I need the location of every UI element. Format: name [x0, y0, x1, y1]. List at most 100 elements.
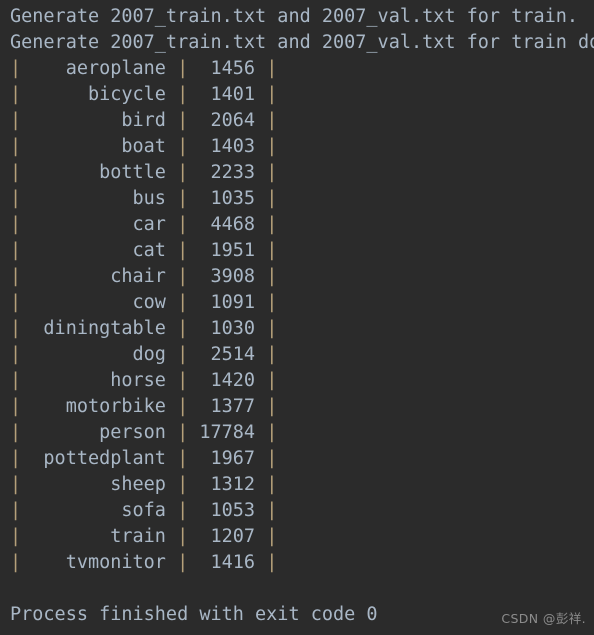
table-pipe-left: |: [10, 500, 22, 521]
table-row: | train | 1207 |: [10, 524, 594, 550]
class-name-cell: motorbike: [21, 396, 178, 417]
class-name-cell: chair: [21, 266, 178, 287]
class-name-cell: dog: [21, 344, 178, 365]
class-count-cell: 1030: [188, 318, 267, 339]
table-pipe-left: |: [10, 188, 22, 209]
table-row: | chair | 3908 |: [10, 264, 594, 290]
class-name-cell: cow: [21, 292, 178, 313]
table-pipe-middle: |: [177, 318, 189, 339]
class-name-cell: bottle: [21, 162, 178, 183]
class-count-cell: 1967: [188, 448, 267, 469]
table-row: | sheep | 1312 |: [10, 472, 594, 498]
console-output-panel[interactable]: Generate 2007_train.txt and 2007_val.txt…: [0, 0, 594, 635]
class-count-cell: 1951: [188, 240, 267, 261]
class-name-cell: tvmonitor: [21, 552, 178, 573]
class-name-cell: person: [21, 422, 178, 443]
class-count-cell: 2514: [188, 344, 267, 365]
table-row: | tvmonitor | 1416 |: [10, 550, 594, 576]
table-pipe-right: |: [266, 526, 278, 547]
class-count-table: | aeroplane | 1456 | | bicycle | 1401 | | …: [10, 56, 594, 576]
header-lines: Generate 2007_train.txt and 2007_val.txt…: [10, 4, 594, 56]
console-header-line: Generate 2007_train.txt and 2007_val.txt…: [10, 32, 594, 53]
table-row: | pottedplant | 1967 |: [10, 446, 594, 472]
table-pipe-middle: |: [177, 396, 189, 417]
table-pipe-right: |: [266, 58, 278, 79]
table-row: | bus | 1035 |: [10, 186, 594, 212]
class-name-cell: horse: [21, 370, 178, 391]
table-pipe-middle: |: [177, 136, 189, 157]
table-pipe-right: |: [266, 370, 278, 391]
class-name-cell: train: [21, 526, 178, 547]
class-count-cell: 1416: [188, 552, 267, 573]
table-pipe-right: |: [266, 188, 278, 209]
class-name-cell: car: [21, 214, 178, 235]
table-pipe-left: |: [10, 58, 22, 79]
table-row: | sofa | 1053 |: [10, 498, 594, 524]
table-pipe-middle: |: [177, 344, 189, 365]
table-pipe-right: |: [266, 396, 278, 417]
table-pipe-right: |: [266, 240, 278, 261]
table-pipe-right: |: [266, 552, 278, 573]
table-pipe-left: |: [10, 84, 22, 105]
table-pipe-right: |: [266, 136, 278, 157]
table-pipe-right: |: [266, 448, 278, 469]
table-pipe-middle: |: [177, 370, 189, 391]
table-pipe-right: |: [266, 474, 278, 495]
class-name-cell: cat: [21, 240, 178, 261]
table-pipe-left: |: [10, 526, 22, 547]
table-row: | car | 4468 |: [10, 212, 594, 238]
table-pipe-middle: |: [177, 214, 189, 235]
table-pipe-left: |: [10, 422, 22, 443]
class-count-cell: 1377: [188, 396, 267, 417]
table-pipe-left: |: [10, 474, 22, 495]
table-pipe-middle: |: [177, 162, 189, 183]
table-row: | diningtable | 1030 |: [10, 316, 594, 342]
table-pipe-left: |: [10, 240, 22, 261]
table-pipe-right: |: [266, 500, 278, 521]
class-count-cell: 17784: [188, 422, 267, 443]
table-row: | motorbike | 1377 |: [10, 394, 594, 420]
table-row: | dog | 2514 |: [10, 342, 594, 368]
table-pipe-left: |: [10, 448, 22, 469]
table-pipe-left: |: [10, 344, 22, 365]
class-count-cell: 1091: [188, 292, 267, 313]
table-row: | bird | 2064 |: [10, 108, 594, 134]
table-pipe-middle: |: [177, 500, 189, 521]
table-pipe-middle: |: [177, 526, 189, 547]
table-pipe-left: |: [10, 214, 22, 235]
class-count-cell: 1456: [188, 58, 267, 79]
table-pipe-middle: |: [177, 110, 189, 131]
table-pipe-right: |: [266, 84, 278, 105]
csdn-watermark: CSDN @彭祥.: [501, 611, 586, 626]
class-count-cell: 1207: [188, 526, 267, 547]
table-row: | boat | 1403 |: [10, 134, 594, 160]
class-count-cell: 1312: [188, 474, 267, 495]
class-name-cell: bicycle: [21, 84, 178, 105]
table-pipe-right: |: [266, 162, 278, 183]
table-pipe-middle: |: [177, 240, 189, 261]
table-pipe-left: |: [10, 370, 22, 391]
table-pipe-middle: |: [177, 448, 189, 469]
table-pipe-middle: |: [177, 266, 189, 287]
class-name-cell: bird: [21, 110, 178, 131]
table-pipe-middle: |: [177, 552, 189, 573]
table-pipe-middle: |: [177, 84, 189, 105]
class-count-cell: 1420: [188, 370, 267, 391]
table-row: | aeroplane | 1456 |: [10, 56, 594, 82]
class-count-cell: 1035: [188, 188, 267, 209]
table-pipe-right: |: [266, 422, 278, 443]
class-name-cell: bus: [21, 188, 178, 209]
class-name-cell: diningtable: [21, 318, 178, 339]
table-pipe-middle: |: [177, 58, 189, 79]
class-count-cell: 2233: [188, 162, 267, 183]
class-count-cell: 1401: [188, 84, 267, 105]
table-pipe-left: |: [10, 292, 22, 313]
table-row: | bottle | 2233 |: [10, 160, 594, 186]
table-row: | cow | 1091 |: [10, 290, 594, 316]
class-name-cell: sofa: [21, 500, 178, 521]
table-pipe-left: |: [10, 136, 22, 157]
table-pipe-middle: |: [177, 188, 189, 209]
table-row: | horse | 1420 |: [10, 368, 594, 394]
table-row: | person | 17784 |: [10, 420, 594, 446]
